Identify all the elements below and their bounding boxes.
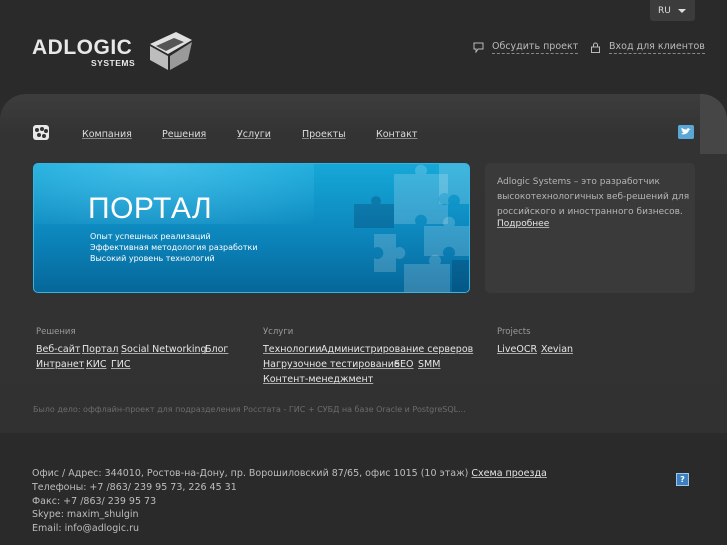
services-heading: Услуги — [263, 327, 294, 337]
language-value: RU — [658, 6, 671, 16]
discuss-project-label: Обсудить проект — [492, 41, 579, 54]
service-seo[interactable]: SEO — [394, 359, 414, 370]
solution-intranet[interactable]: Интранет — [36, 359, 84, 370]
client-login-link[interactable]: Вход для клиентов — [590, 41, 705, 54]
chevron-down-icon — [678, 9, 686, 13]
logo[interactable]: ADLOGIC SYSTEMS — [32, 30, 194, 72]
banner-line-2: Эффективная методология разработки — [90, 243, 258, 252]
header: ADLOGIC SYSTEMS RU Обсудить проект Вход … — [0, 0, 727, 100]
about-text: Adlogic Systems – это разработчик высоко… — [497, 177, 690, 217]
service-server-admin[interactable]: Администрирование серверов — [321, 344, 473, 355]
logo-text: ADLOGIC — [32, 36, 133, 59]
footer-phones: Телефоны: +7 /863/ 239 95 73, 226 45 31 — [32, 482, 237, 493]
home-icon[interactable] — [33, 125, 49, 140]
footer-address-line: Офис / Адрес: 344010, Ростов-на-Дону, пр… — [32, 468, 547, 479]
solution-blog[interactable]: Блог — [205, 344, 228, 355]
help-icon[interactable]: ? — [676, 473, 689, 486]
client-login-label: Вход для клиентов — [609, 41, 705, 54]
speech-bubble-icon — [473, 42, 484, 53]
logo-mark-icon — [150, 32, 192, 70]
lock-icon — [591, 42, 600, 53]
projects-heading: Projects — [497, 327, 531, 337]
about-box: Adlogic Systems – это разработчик высоко… — [485, 163, 695, 293]
nav-services[interactable]: Услуги — [237, 129, 271, 140]
solutions-heading: Решения — [36, 327, 76, 337]
service-content-management[interactable]: Контент-менеджмент — [263, 374, 373, 385]
logo-subtext: SYSTEMS — [91, 58, 136, 68]
solution-kis[interactable]: КИС — [86, 359, 106, 370]
portal-banner[interactable]: ПОРТАЛ Опыт успешных реализаций Эффектив… — [33, 163, 470, 293]
banner-title: ПОРТАЛ — [88, 192, 213, 225]
solution-portal[interactable]: Портал — [82, 344, 118, 355]
project-liveocr[interactable]: LiveOCR — [497, 344, 537, 355]
service-technologies[interactable]: Технологии — [263, 344, 322, 355]
nav-company[interactable]: Компания — [82, 129, 132, 140]
solution-website[interactable]: Веб-сайт — [36, 344, 80, 355]
about-more-link[interactable]: Подробнее — [497, 219, 549, 229]
footer-email: Email: info@adlogic.ru — [32, 523, 140, 534]
footer-fax: Факс: +7 /863/ 239 95 73 — [32, 496, 157, 507]
nav-solutions[interactable]: Решения — [162, 129, 206, 140]
banner-line-3: Высокий уровень технологий — [90, 254, 215, 263]
puzzle-graphic — [354, 164, 469, 292]
banner-line-1: Опыт успешных реализаций — [90, 232, 211, 241]
panel-corner — [700, 94, 727, 154]
footer-address: Офис / Адрес: 344010, Ростов-на-Дону, пр… — [32, 468, 469, 479]
service-smm[interactable]: SMM — [418, 359, 440, 370]
language-select[interactable]: RU — [650, 0, 695, 21]
solution-social-networking[interactable]: Social Networking — [121, 344, 207, 355]
footer-skype: Skype: maxim_shulgin — [32, 509, 139, 520]
nav-contact[interactable]: Контакт — [376, 129, 417, 140]
project-xevian[interactable]: Xevian — [541, 344, 573, 355]
solution-gis[interactable]: ГИС — [111, 359, 131, 370]
nav-projects[interactable]: Проекты — [302, 129, 346, 140]
discuss-project-link[interactable]: Обсудить проект — [473, 41, 579, 54]
past-project-note: Было дело: оффлайн-проект для подразделе… — [33, 405, 466, 414]
map-link[interactable]: Схема проезда — [471, 468, 546, 479]
service-load-testing[interactable]: Нагрузочное тестирование — [263, 359, 400, 370]
twitter-icon[interactable] — [678, 125, 694, 139]
